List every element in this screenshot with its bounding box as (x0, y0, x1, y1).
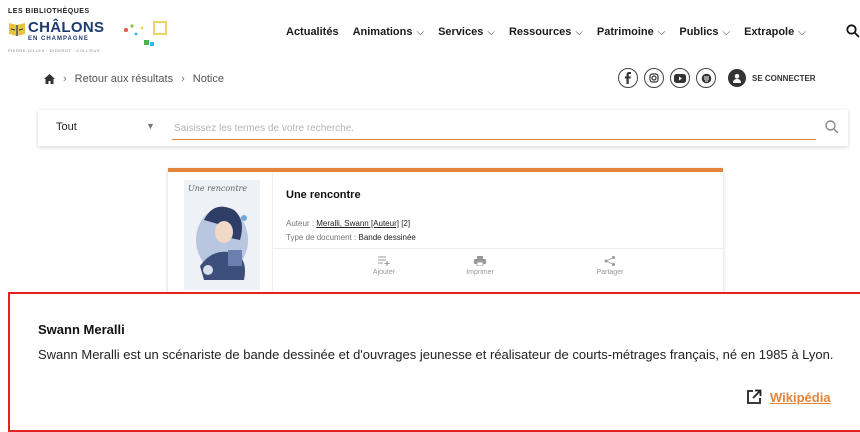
home-icon[interactable] (44, 74, 55, 84)
user-icon (728, 69, 746, 87)
printer-icon (474, 256, 486, 266)
youtube-icon[interactable] (670, 68, 690, 88)
breadcrumb-separator: › (63, 73, 67, 85)
podcast-icon[interactable] (696, 68, 716, 88)
search-icon[interactable] (824, 119, 840, 135)
author-label: Auteur : (286, 219, 315, 228)
type-value: Bande dessinée (358, 233, 416, 242)
site-header: LES BIBLIOTHÈQUES CHÂLONS EN CHAMPAGNE P… (0, 0, 860, 62)
nav-item-services[interactable]: Services ⌵ (438, 26, 495, 38)
nav-item-publics[interactable]: Publics ⌵ (679, 26, 730, 38)
add-label: Ajouter (372, 269, 396, 276)
social-links: SE CONNECTER (618, 68, 816, 88)
chevron-down-icon: ⌵ (722, 26, 731, 38)
nav-item-patrimoine[interactable]: Patrimoine ⌵ (597, 26, 665, 38)
nav-label: Patrimoine (596, 26, 654, 38)
breadcrumb-current: Notice (192, 73, 224, 85)
facebook-icon[interactable] (618, 68, 638, 88)
chevron-down-icon: ⌵ (416, 26, 425, 38)
search-bar: Tout ▼ (38, 110, 848, 146)
share-button[interactable]: Partager (580, 256, 640, 276)
actions-divider (272, 248, 723, 249)
breadcrumb: › Retour aux résultats › Notice (44, 73, 224, 85)
print-label: Imprimer (466, 269, 494, 276)
login-button[interactable]: SE CONNECTER (728, 69, 816, 87)
library-logo[interactable]: LES BIBLIOTHÈQUES CHÂLONS EN CHAMPAGNE P… (8, 8, 178, 56)
nav-label: Ressources (508, 26, 572, 38)
nav-label: Actualités (286, 26, 339, 38)
book-cover-image[interactable]: Une rencontre (184, 180, 260, 290)
cover-title-text: Une rencontre (188, 184, 248, 193)
external-link-icon[interactable] (746, 389, 762, 405)
add-button[interactable]: Ajouter (354, 256, 414, 276)
author-name: Swann Meralli (38, 322, 125, 337)
record-author-line: Auteur : Meralli, Swann [Auteur] [2] (286, 219, 410, 228)
cover-illustration (184, 180, 260, 290)
nav-label: Services (438, 26, 484, 38)
card-divider (272, 172, 273, 294)
chevron-down-icon: ⌵ (487, 26, 495, 38)
wikipedia-link[interactable]: Wikipédia (770, 390, 831, 405)
search-scope-select[interactable]: Tout (56, 121, 77, 133)
wikipedia-link-group: Wikipédia (746, 389, 831, 405)
chevron-down-icon: ⌵ (798, 26, 806, 38)
main-navigation: Actualités Animations ⌵ Services ⌵ Ressour… (286, 26, 820, 38)
nav-item-extrapole[interactable]: Extrapole ⌵ (744, 26, 806, 38)
author-info-popup: Swann Meralli Swann Meralli est un scéna… (8, 292, 860, 432)
search-icon[interactable] (846, 24, 860, 38)
chevron-down-icon: ⌵ (657, 26, 666, 38)
record-type-line: Type de document : Bande dessinée (286, 233, 416, 242)
book-logo-icon (9, 23, 25, 36)
nav-item-actualites[interactable]: Actualités (286, 26, 339, 38)
logo-sub-text: EN CHAMPAGNE (28, 36, 89, 42)
instagram-icon[interactable] (644, 68, 664, 88)
nav-label: Extrapole (744, 26, 795, 38)
logo-decoration-icon (124, 21, 167, 46)
author-link[interactable]: Meralli, Swann [Auteur] (316, 219, 399, 228)
author-bio: Swann Meralli est un scénariste de bande… (38, 347, 834, 362)
nav-item-animations[interactable]: Animations ⌵ (353, 26, 425, 38)
search-input[interactable] (172, 117, 816, 140)
chevron-down-icon: ⌵ (575, 26, 583, 38)
chevron-down-icon[interactable]: ▼ (146, 121, 155, 131)
logo-tagline: PIERRE-GILLES · DIDEROT · COLLIEUX (8, 48, 101, 53)
nav-label: Animations (352, 26, 413, 38)
login-label: SE CONNECTER (752, 73, 816, 83)
print-button[interactable]: Imprimer (450, 256, 510, 276)
record-card: Une rencontre Une rencontre Auteur : Mer… (168, 168, 723, 294)
share-label: Partager (596, 269, 624, 276)
breadcrumb-back-to-results[interactable]: Retour aux résultats (75, 73, 173, 85)
logo-top-text: LES BIBLIOTHÈQUES (8, 8, 90, 15)
nav-item-ressources[interactable]: Ressources ⌵ (509, 26, 583, 38)
share-icon (604, 256, 615, 266)
add-list-icon (378, 256, 390, 266)
nav-label: Publics (679, 26, 719, 38)
logo-main-text: CHÂLONS (28, 19, 105, 36)
record-title: Une rencontre (286, 189, 361, 201)
author-count[interactable]: [2] (401, 219, 410, 228)
breadcrumb-separator: › (181, 73, 185, 85)
type-label: Type de document : (286, 233, 357, 242)
